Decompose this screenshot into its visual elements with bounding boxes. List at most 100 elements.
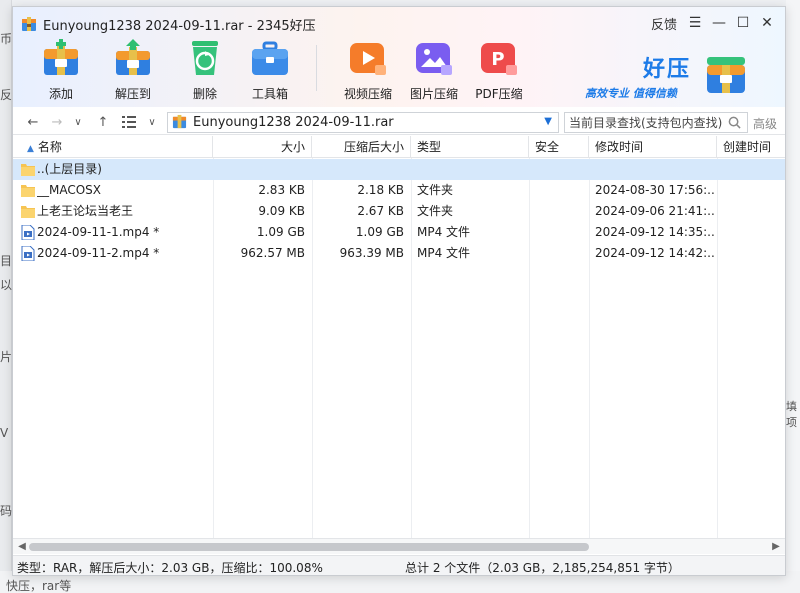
- file-name: 上老王论坛当老王: [37, 204, 134, 218]
- file-size: 1.09 GB: [256, 225, 305, 239]
- search-placeholder: 当前目录查找(支持包内查找): [569, 116, 723, 130]
- bg-fragment: 反: [0, 88, 13, 102]
- menu-icon[interactable]: ☰: [683, 13, 707, 33]
- folder-icon: [21, 162, 35, 177]
- close-button[interactable]: ✕: [755, 13, 779, 33]
- file-created: [723, 201, 783, 222]
- toolbox-button[interactable]: 工具箱: [239, 37, 301, 102]
- archive-summary: 类型：RAR，解压后大小：2.03 GB，压缩比：100.08%: [17, 561, 323, 575]
- table-row[interactable]: ..(上层目录): [13, 159, 785, 180]
- column-name[interactable]: ▲ 名称: [13, 136, 213, 158]
- pdf-compress-icon: P: [478, 37, 520, 79]
- back-button[interactable]: ←: [23, 112, 43, 132]
- address-bar: ← → ∨ ↑ ∨ Eunyoung1238 2024-09-11.rar ▼ …: [13, 109, 785, 135]
- file-created: [723, 243, 783, 264]
- window-controls: 反馈 ☰ — ☐ ✕: [645, 13, 779, 33]
- file-created: [723, 159, 783, 180]
- bg-fragment: 片: [0, 350, 13, 364]
- maximize-button[interactable]: ☐: [731, 13, 755, 33]
- pdf-compress-button[interactable]: P PDF压缩: [468, 37, 530, 102]
- table-header: ▲ 名称 大小 压缩后大小 类型 安全 修改时间 创建时间: [13, 136, 785, 158]
- horizontal-scrollbar[interactable]: ◀ ▶: [13, 538, 785, 554]
- history-dropdown-icon[interactable]: ∨: [71, 112, 85, 132]
- file-created: [723, 180, 783, 201]
- column-type[interactable]: 类型: [411, 136, 529, 158]
- add-label: 添加: [48, 87, 73, 101]
- video-file-icon: [21, 224, 35, 241]
- file-name: ..(上层目录): [37, 162, 102, 176]
- path-text: Eunyoung1238 2024-09-11.rar: [193, 115, 394, 130]
- view-dropdown-icon[interactable]: ∨: [145, 112, 159, 132]
- brand-name: 好压: [643, 57, 692, 82]
- add-button[interactable]: 添加: [30, 37, 92, 102]
- column-size[interactable]: 大小: [213, 136, 312, 158]
- recycle-icon: [184, 37, 226, 79]
- haozip-logo-icon: [703, 51, 749, 97]
- toolbar-separator: [316, 45, 317, 91]
- file-security: [535, 159, 587, 180]
- column-security[interactable]: 安全: [529, 136, 589, 158]
- video-compress-label: 视频压缩: [343, 87, 392, 101]
- add-archive-icon: [40, 37, 82, 79]
- window-title: Eunyoung1238 2024-09-11.rar - 2345好压: [43, 18, 316, 34]
- file-name: 2024-09-11-1.mp4 *: [37, 225, 160, 239]
- image-compress-button[interactable]: 图片压缩: [403, 37, 465, 102]
- file-packed-size: 963.39 MB: [339, 246, 404, 260]
- file-type: 文件夹: [417, 204, 454, 218]
- table-row[interactable]: 2024-09-11-1.mp4 * 1.09 GB 1.09 GB MP4 文…: [13, 222, 785, 243]
- file-name: 2024-09-11-2.mp4 *: [37, 246, 160, 260]
- scrollbar-thumb[interactable]: [29, 543, 589, 551]
- delete-button[interactable]: 删除: [174, 37, 236, 102]
- bg-fragment: 目: [0, 254, 13, 268]
- path-dropdown-icon[interactable]: ▼: [544, 116, 552, 127]
- up-level-button[interactable]: ↑: [93, 112, 113, 132]
- file-size: 962.57 MB: [240, 246, 305, 260]
- scroll-right-icon[interactable]: ▶: [769, 540, 783, 554]
- background-page-right: [786, 0, 800, 593]
- status-bar: 类型：RAR，解压后大小：2.03 GB，压缩比：100.08% 总计 2 个文…: [13, 555, 785, 575]
- search-icon[interactable]: [728, 116, 741, 132]
- bg-fragment: 以: [0, 278, 13, 292]
- toolbox-label: 工具箱: [251, 87, 288, 101]
- file-security: [535, 222, 587, 243]
- file-modified: 2024-09-12 14:35:...: [595, 225, 715, 239]
- brand-area: 好压 高效专业 值得信赖: [585, 47, 755, 107]
- archive-icon: [172, 114, 187, 132]
- bg-fragment: 填项: [786, 400, 797, 429]
- path-field[interactable]: Eunyoung1238 2024-09-11.rar ▼: [167, 112, 559, 133]
- image-compress-icon: [413, 37, 455, 79]
- title-row: Eunyoung1238 2024-09-11.rar - 2345好压: [21, 15, 316, 34]
- feedback-button[interactable]: 反馈: [645, 13, 683, 33]
- search-input[interactable]: 当前目录查找(支持包内查找): [564, 112, 748, 133]
- file-size: [213, 159, 305, 180]
- video-compress-button[interactable]: 视频压缩: [337, 37, 399, 102]
- file-total: 总计 2 个文件（2.03 GB，2,185,254,851 字节）: [405, 561, 680, 575]
- column-created[interactable]: 创建时间: [717, 136, 785, 158]
- file-name: __MACOSX: [37, 183, 102, 197]
- table-row[interactable]: 2024-09-11-2.mp4 * 962.57 MB 963.39 MB M…: [13, 243, 785, 264]
- file-security: [535, 201, 587, 222]
- pdf-compress-label: PDF压缩: [475, 87, 523, 101]
- scroll-left-icon[interactable]: ◀: [15, 540, 29, 554]
- bg-fragment: 币: [0, 32, 13, 46]
- toolbar: 添加 解压到 删除 工具箱 视频压缩 图片压缩 P PDF压缩 好压 高效专业 …: [13, 37, 785, 105]
- file-type: [417, 159, 527, 180]
- bg-fragment: V: [0, 426, 9, 440]
- file-modified: 2024-09-12 14:42:...: [595, 246, 715, 260]
- minimize-button[interactable]: —: [707, 13, 731, 33]
- table-row[interactable]: 上老王论坛当老王 9.09 KB 2.67 KB 文件夹 2024-09-06 …: [13, 201, 785, 222]
- file-packed-size: 2.18 KB: [357, 183, 404, 197]
- haozip-window: Eunyoung1238 2024-09-11.rar - 2345好压 反馈 …: [12, 6, 786, 576]
- image-compress-label: 图片压缩: [409, 87, 458, 101]
- extract-to-button[interactable]: 解压到: [102, 37, 164, 102]
- file-packed-size: [312, 159, 404, 180]
- table-row[interactable]: __MACOSX 2.83 KB 2.18 KB 文件夹 2024-08-30 …: [13, 180, 785, 201]
- file-security: [535, 180, 587, 201]
- file-size: 2.83 KB: [258, 183, 305, 197]
- view-mode-icon[interactable]: [119, 112, 139, 132]
- advanced-search-button[interactable]: 高级: [753, 115, 777, 132]
- forward-button[interactable]: →: [47, 112, 67, 132]
- column-packed-size[interactable]: 压缩后大小: [312, 136, 411, 158]
- column-modified[interactable]: 修改时间: [589, 136, 717, 158]
- bg-bottom-text: 快压，rar等: [6, 579, 72, 593]
